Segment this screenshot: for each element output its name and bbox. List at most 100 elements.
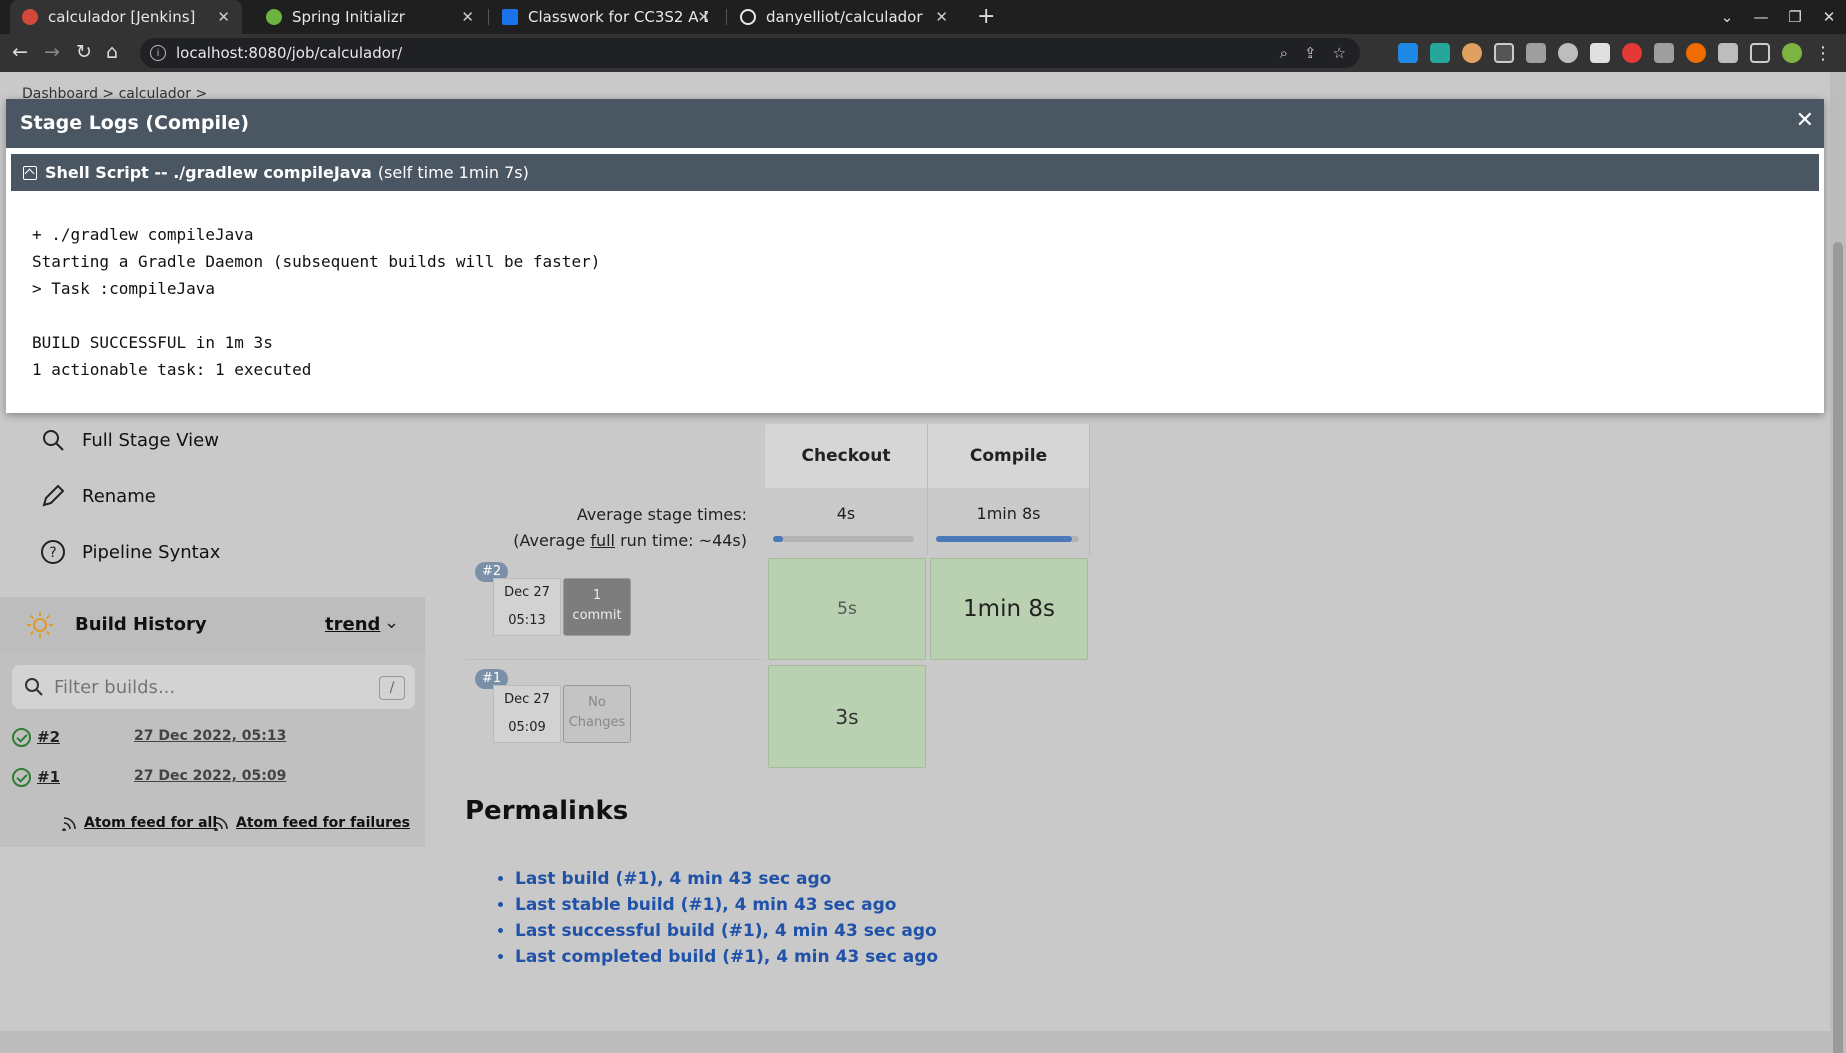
extension-icon[interactable] (1526, 43, 1546, 63)
stage-cell-checkout[interactable]: 3s (768, 665, 926, 768)
profile-avatar[interactable] (1782, 43, 1802, 63)
tab-close-icon[interactable]: ✕ (461, 8, 474, 26)
build-history-row: #2 27 Dec 2022, 05:13 (0, 717, 425, 757)
dialog-title: Stage Logs (Compile) (20, 112, 250, 134)
extension-icon[interactable] (1622, 43, 1642, 63)
permalink-last-completed-build[interactable]: Last completed build (#1), 4 min 43 sec … (515, 944, 938, 970)
build-date-link[interactable]: 27 Dec 2022, 05:13 (134, 728, 286, 744)
extension-icon[interactable] (1462, 43, 1482, 63)
scrollbar-thumb[interactable] (1833, 242, 1843, 1053)
log-line: > Task :compileJava (32, 279, 216, 298)
avg-time-checkout: 4s (765, 488, 928, 556)
home-icon[interactable]: ⌂ (106, 41, 118, 63)
side-panel-icon[interactable] (1750, 43, 1770, 63)
success-check-icon (12, 728, 31, 747)
keyboard-shortcut-hint: / (379, 676, 405, 700)
permalink-last-build[interactable]: Last build (#1), 4 min 43 sec ago (515, 866, 938, 892)
filter-builds-input[interactable] (54, 676, 354, 698)
classroom-favicon-icon (502, 9, 518, 25)
build-date-box: Dec 27 05:13 (493, 578, 561, 636)
stage-header-checkout: Checkout (765, 424, 928, 488)
stage-cell-empty (930, 665, 1088, 768)
tab-separator (488, 9, 489, 25)
tab-close-icon[interactable]: ✕ (697, 8, 710, 26)
build-changes-box[interactable]: No Changes (563, 685, 631, 743)
build-date-link[interactable]: 27 Dec 2022, 05:09 (134, 768, 286, 784)
tab-close-icon[interactable]: ✕ (217, 8, 230, 26)
browser-toolbar: ← → ↻ ⌂ i localhost:8080/job/calculador/… (0, 34, 1846, 72)
filter-builds-field: / (12, 665, 415, 709)
tab-search-icon[interactable]: ⌄ (1710, 8, 1744, 26)
atom-feed-failures-link[interactable]: Atom feed for failures (214, 815, 410, 831)
close-window-button[interactable]: ✕ (1812, 8, 1846, 26)
avg-time-bar-fill (936, 536, 1072, 542)
build-history-header: Build History trend ⌄ (0, 597, 425, 653)
rss-icon (62, 817, 76, 831)
build-history-panel: Build History trend ⌄ / #2 27 Dec 2022, … (0, 597, 425, 847)
address-bar[interactable]: i localhost:8080/job/calculador/ ⌕ ⇪ ☆ (140, 38, 1360, 68)
avg-time-bar (936, 536, 1079, 542)
log-output: + ./gradlew compileJava Starting a Gradle… (32, 221, 600, 383)
extension-icon[interactable] (1590, 43, 1610, 63)
dialog-header: Stage Logs (Compile) ✕ (6, 99, 1824, 148)
stage-cell-compile[interactable]: 1min 8s (930, 558, 1088, 660)
trend-link[interactable]: trend (325, 614, 380, 635)
page-scrollbar[interactable] (1830, 72, 1846, 1053)
maximize-button[interactable]: ❐ (1778, 8, 1812, 26)
stage-logs-dialog: Stage Logs (Compile) ✕ Shell Script -- .… (6, 99, 1824, 413)
log-line: + ./gradlew compileJava (32, 225, 254, 244)
side-task-rename[interactable]: Rename (40, 476, 156, 516)
side-task-pipeline-syntax[interactable]: ? Pipeline Syntax (40, 532, 220, 572)
extension-icon[interactable] (1494, 43, 1514, 63)
tab-github[interactable]: danyelliot/calculador ✕ (728, 0, 960, 34)
spring-favicon-icon (266, 9, 282, 25)
new-tab-button[interactable]: + (977, 4, 995, 29)
extensions-puzzle-icon[interactable] (1718, 43, 1738, 63)
url-text: localhost:8080/job/calculador/ (176, 44, 403, 62)
zoom-icon[interactable]: ⌕ (1280, 44, 1288, 62)
tab-jenkins[interactable]: calculador [Jenkins] ✕ (10, 0, 242, 34)
permalink-last-stable-build[interactable]: Last stable build (#1), 4 min 43 sec ago (515, 892, 938, 918)
extension-icon[interactable] (1430, 43, 1450, 63)
chevron-down-icon[interactable]: ⌄ (384, 612, 399, 633)
forward-arrow-icon[interactable]: → (44, 41, 60, 63)
log-line: 1 actionable task: 1 executed (32, 360, 312, 379)
permalinks-list: Last build (#1), 4 min 43 sec ago Last s… (515, 866, 938, 970)
avg-time-compile: 1min 8s (928, 488, 1090, 556)
side-task-label: Full Stage View (82, 429, 219, 451)
log-step-header[interactable]: Shell Script -- ./gradlew compileJava (s… (11, 154, 1819, 191)
stage-cell-checkout[interactable]: 5s (768, 558, 926, 660)
back-arrow-icon[interactable]: ← (12, 41, 28, 63)
collapse-icon[interactable] (23, 165, 37, 180)
close-icon[interactable]: ✕ (1796, 108, 1814, 133)
tab-spring-initializr[interactable]: Spring Initializr ✕ (254, 0, 486, 34)
sun-icon (27, 612, 53, 638)
step-time: (self time 1min 7s) (377, 163, 529, 182)
tab-close-icon[interactable]: ✕ (935, 8, 948, 26)
bookmark-star-icon[interactable]: ☆ (1333, 44, 1346, 62)
extension-icon[interactable] (1398, 43, 1418, 63)
step-command: Shell Script -- ./gradlew compileJava (45, 163, 372, 182)
extension-icon[interactable] (1558, 43, 1578, 63)
jenkins-favicon-icon (22, 9, 38, 25)
build-number-link[interactable]: #1 (37, 768, 60, 786)
extension-icon[interactable] (1686, 43, 1706, 63)
full-run-time-link[interactable]: full (590, 531, 615, 550)
share-icon[interactable]: ⇪ (1304, 44, 1317, 62)
build-number-link[interactable]: #2 (37, 728, 60, 746)
log-line: Starting a Gradle Daemon (subsequent bui… (32, 252, 601, 271)
permalink-last-successful-build[interactable]: Last successful build (#1), 4 min 43 sec… (515, 918, 938, 944)
atom-feed-all-link[interactable]: Atom feed for all (62, 815, 217, 831)
tab-classroom[interactable]: Classwork for CC3S2 A De ✕ (490, 0, 722, 34)
extension-icon[interactable] (1654, 43, 1674, 63)
side-task-full-stage-view[interactable]: Full Stage View (40, 420, 219, 460)
build-changes-box[interactable]: 1 commit (563, 578, 631, 636)
help-icon: ? (41, 540, 65, 564)
svg-text:?: ? (49, 545, 56, 561)
page-footer (0, 1031, 1830, 1053)
reload-icon[interactable]: ↻ (76, 41, 92, 63)
site-info-icon[interactable]: i (150, 45, 166, 61)
more-menu-icon[interactable]: ⋮ (1814, 43, 1832, 64)
minimize-button[interactable]: — (1744, 8, 1778, 26)
pencil-icon (42, 484, 65, 507)
